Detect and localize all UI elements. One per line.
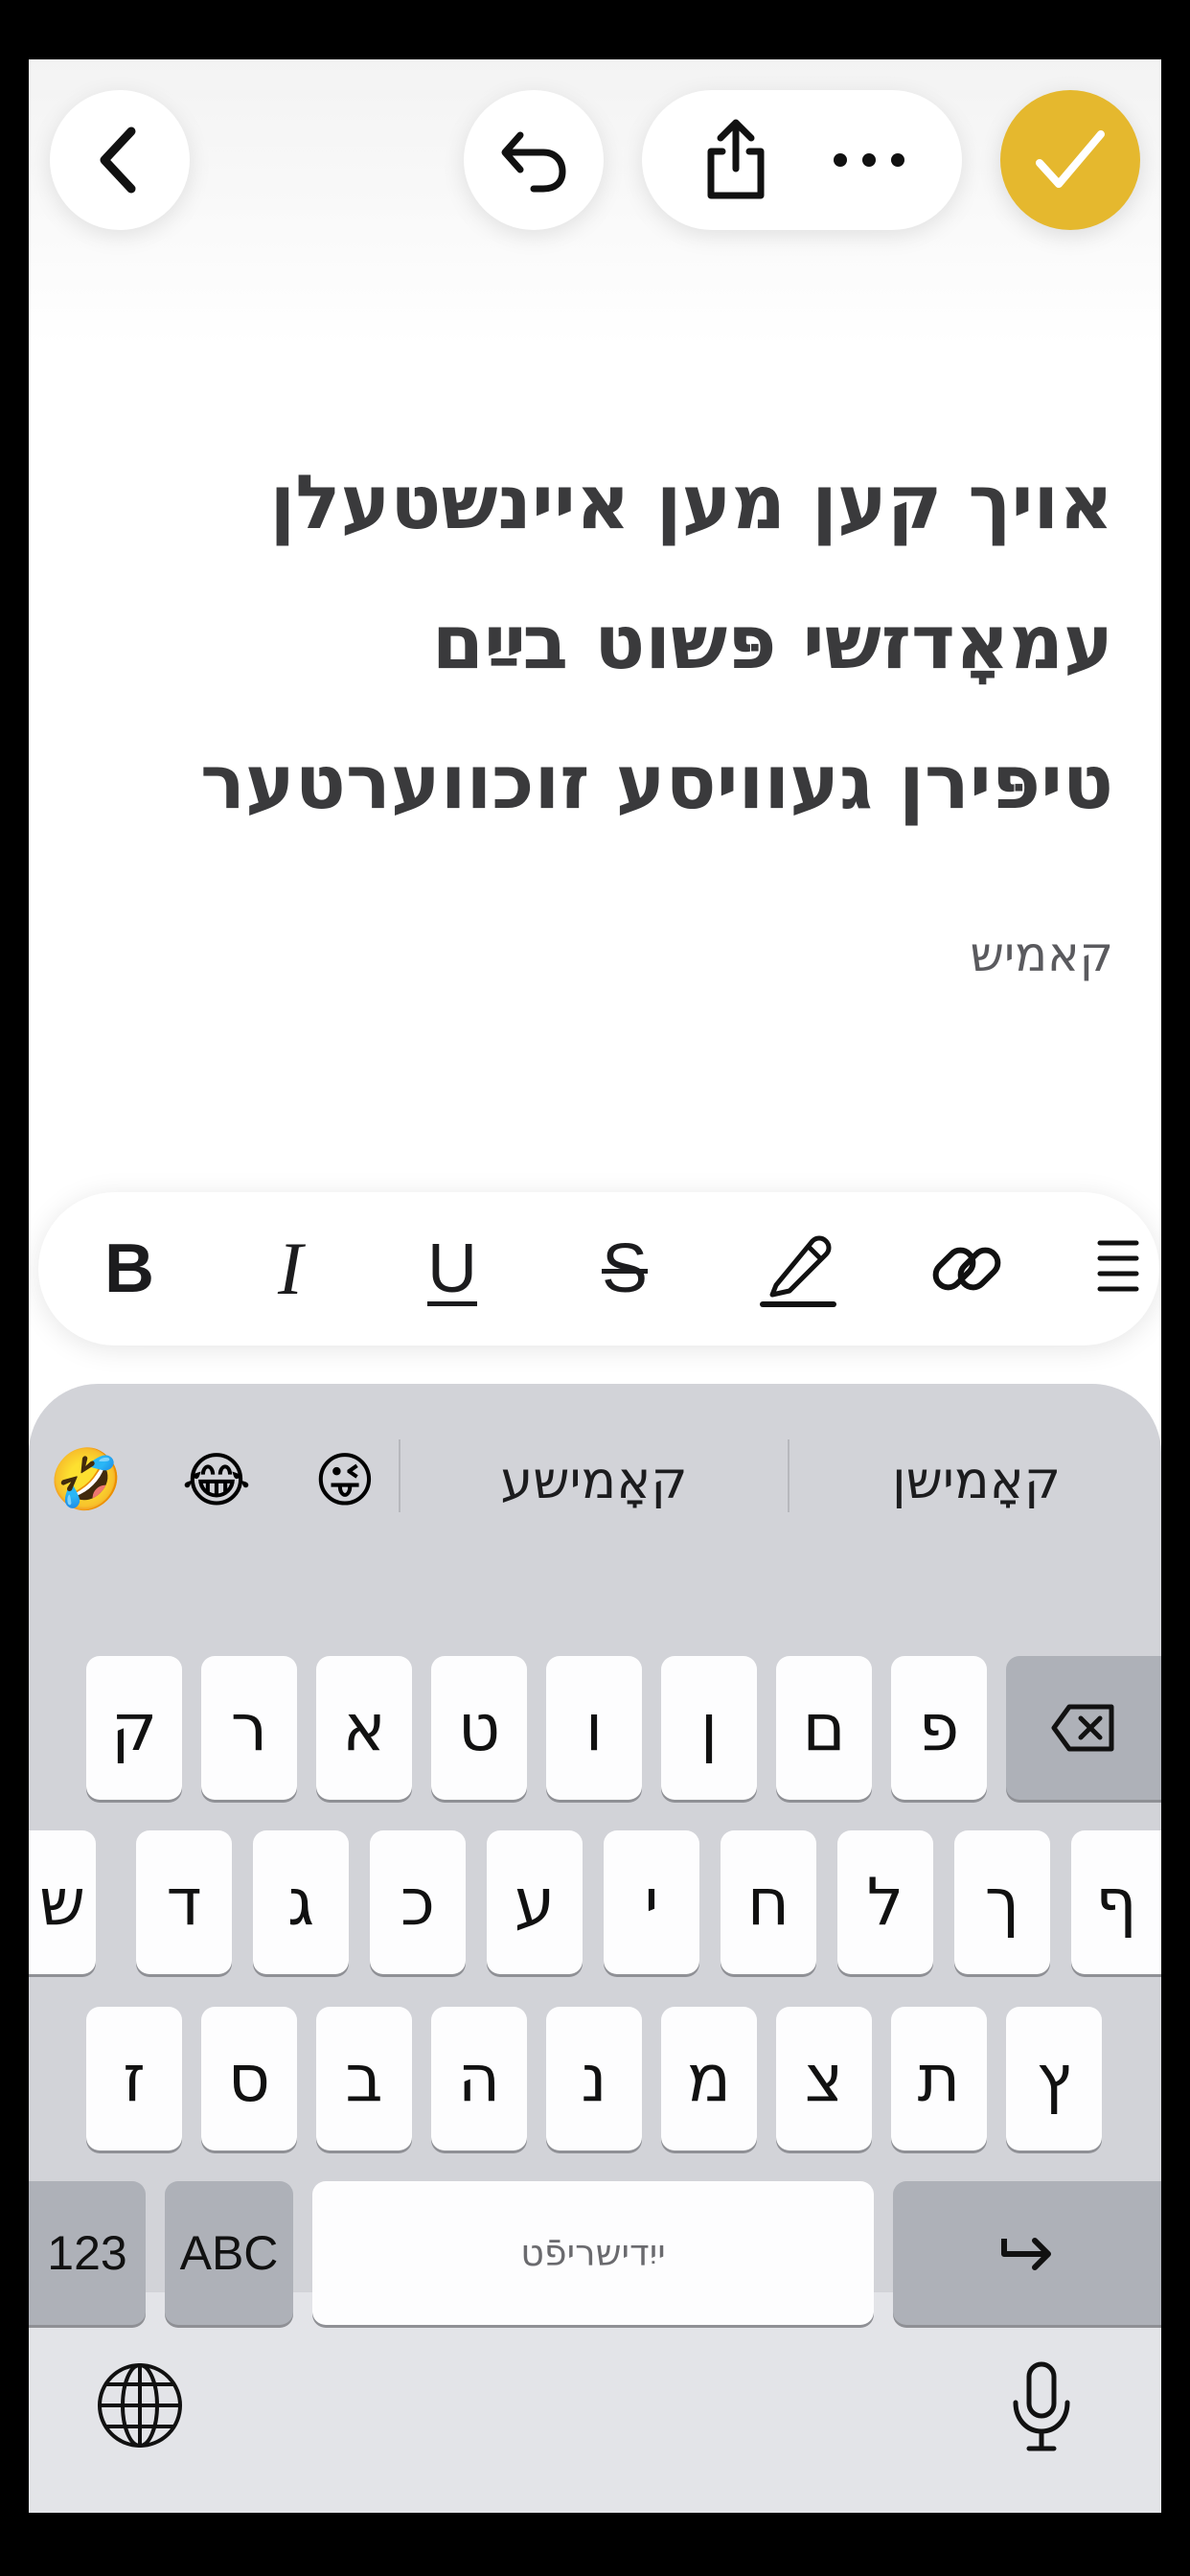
list-button[interactable]	[1073, 1192, 1159, 1346]
delete-key[interactable]	[1006, 1656, 1161, 1800]
note-body-text[interactable]: קאמיש	[971, 927, 1113, 982]
format-toolbar: B I U S	[38, 1192, 1159, 1346]
done-button[interactable]	[1000, 90, 1140, 230]
keyboard: 🤣 😂 😜 קאָמישע קאָמישן ק ר א ט ו ן ם פ ש …	[29, 1384, 1161, 2513]
note-title[interactable]: אויך קען מען איינשטעלן עמאָדזשי פּשוט בײ…	[79, 433, 1113, 853]
key[interactable]: ך	[954, 1830, 1050, 1974]
key[interactable]: ר	[201, 1656, 297, 1800]
key[interactable]: ס	[201, 2007, 297, 2150]
suggestion-divider	[788, 1439, 790, 1512]
key[interactable]: נ	[546, 2007, 642, 2150]
delete-icon	[1050, 1703, 1117, 1753]
key[interactable]: כ	[370, 1830, 466, 1974]
emoji-suggestion[interactable]: 😜	[297, 1422, 393, 1537]
link-button[interactable]	[914, 1192, 1019, 1346]
key[interactable]: ח	[721, 1830, 816, 1974]
key[interactable]: ו	[546, 1656, 642, 1800]
key[interactable]: ה	[431, 2007, 527, 2150]
key[interactable]: ד	[136, 1830, 232, 1974]
globe-button[interactable]	[92, 2358, 188, 2453]
return-key[interactable]	[893, 2181, 1161, 2325]
note-title-line: עמאָדזשי פּשוט בײַם	[431, 600, 1113, 686]
undo-icon	[495, 122, 572, 198]
chevron-left-icon	[91, 122, 149, 198]
key[interactable]: ג	[253, 1830, 349, 1974]
link-icon	[926, 1228, 1008, 1310]
key[interactable]: א	[316, 1656, 412, 1800]
word-suggestion[interactable]: קאָמישן	[791, 1422, 1161, 1537]
share-icon[interactable]	[698, 117, 774, 203]
underline-button[interactable]: U	[400, 1192, 505, 1346]
key[interactable]: פ	[891, 1656, 987, 1800]
numbers-key[interactable]: 123	[29, 2181, 146, 2325]
toolbar-background	[29, 59, 1161, 347]
globe-icon	[95, 2360, 185, 2450]
strikethrough-button[interactable]: S	[572, 1192, 677, 1346]
word-suggestion[interactable]: קאָמישע	[402, 1422, 786, 1537]
keyboard-bottom-bar	[29, 2292, 1161, 2513]
key[interactable]: מ	[661, 2007, 757, 2150]
list-icon	[1092, 1235, 1140, 1302]
key[interactable]: ף	[1071, 1830, 1161, 1974]
suggestion-divider	[399, 1439, 400, 1512]
key[interactable]: ז	[86, 2007, 182, 2150]
key[interactable]: צ	[776, 2007, 872, 2150]
key[interactable]: ל	[837, 1830, 933, 1974]
space-key[interactable]: ייִדישריפֿט	[312, 2181, 874, 2325]
checkmark-icon	[1032, 126, 1109, 194]
note-title-line: אויך קען מען איינשטעלן	[269, 460, 1113, 546]
share-more-group	[642, 90, 962, 230]
key[interactable]: ץ	[1006, 2007, 1102, 2150]
key[interactable]: ט	[431, 1656, 527, 1800]
more-horizontal-icon[interactable]	[831, 150, 907, 170]
highlighter-icon	[757, 1228, 839, 1310]
bold-button[interactable]: B	[77, 1192, 182, 1346]
emoji-suggestion[interactable]: 🤣	[38, 1422, 134, 1537]
key[interactable]: י	[604, 1830, 699, 1974]
notes-screen: אויך קען מען איינשטעלן עמאָדזשי פּשוט בײ…	[29, 59, 1161, 2513]
key[interactable]: ע	[487, 1830, 583, 1974]
undo-button[interactable]	[464, 90, 604, 230]
key[interactable]: ן	[661, 1656, 757, 1800]
key[interactable]: ת	[891, 2007, 987, 2150]
key[interactable]: ם	[776, 1656, 872, 1800]
italic-button[interactable]: I	[238, 1192, 343, 1346]
back-button[interactable]	[50, 90, 190, 230]
microphone-button[interactable]	[998, 2354, 1085, 2459]
highlight-button[interactable]	[745, 1192, 851, 1346]
note-title-line: טיפּירן געוויסע זוכווערטער	[199, 740, 1113, 826]
abc-key[interactable]: ABC	[165, 2181, 293, 2325]
emoji-suggestion[interactable]: 😂	[169, 1422, 264, 1537]
key[interactable]: ק	[86, 1656, 182, 1800]
return-arrow-icon	[998, 2229, 1056, 2277]
key[interactable]: ש	[29, 1830, 96, 1974]
microphone-icon	[1008, 2358, 1075, 2454]
key[interactable]: ב	[316, 2007, 412, 2150]
